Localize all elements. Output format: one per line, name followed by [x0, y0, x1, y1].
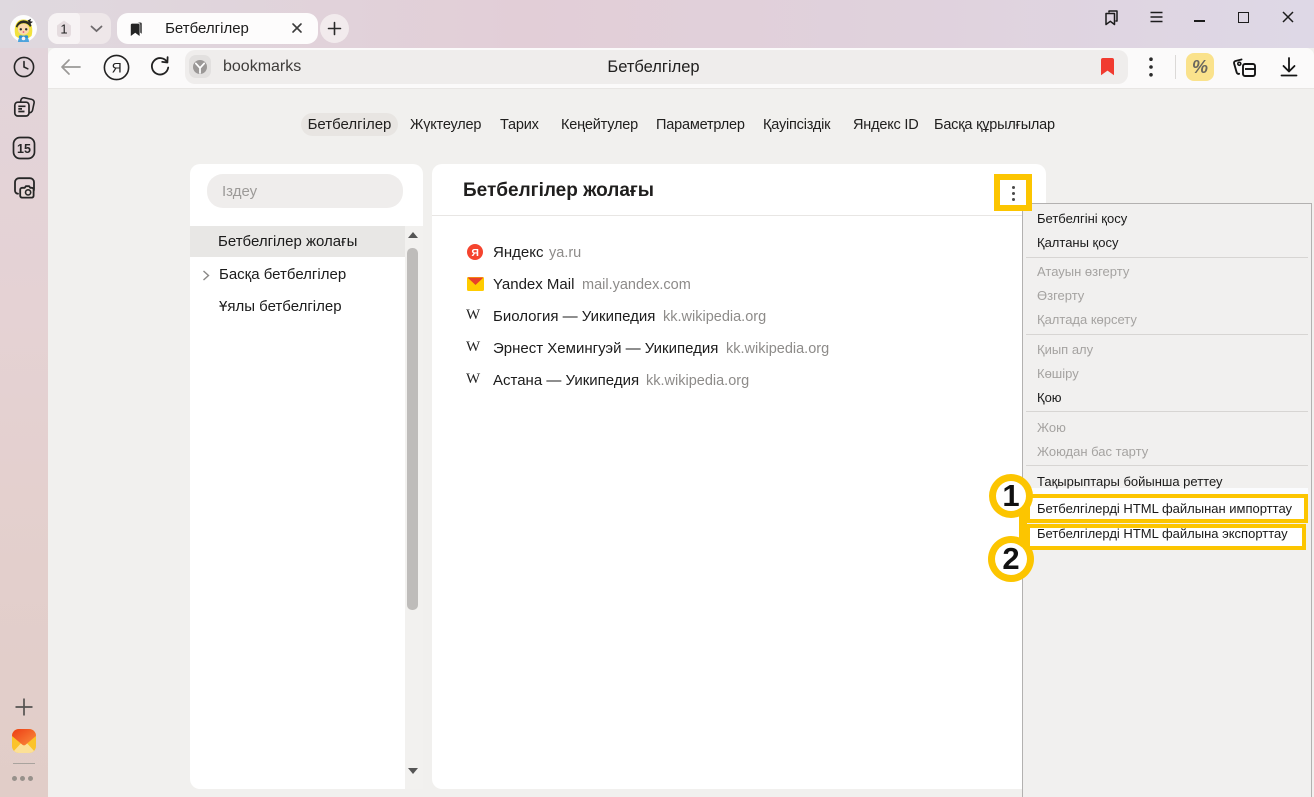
svg-text:Я: Я	[471, 247, 479, 259]
svg-text:15: 15	[17, 142, 31, 156]
svg-text:1: 1	[60, 22, 67, 37]
svg-text:Я: Я	[112, 60, 122, 76]
